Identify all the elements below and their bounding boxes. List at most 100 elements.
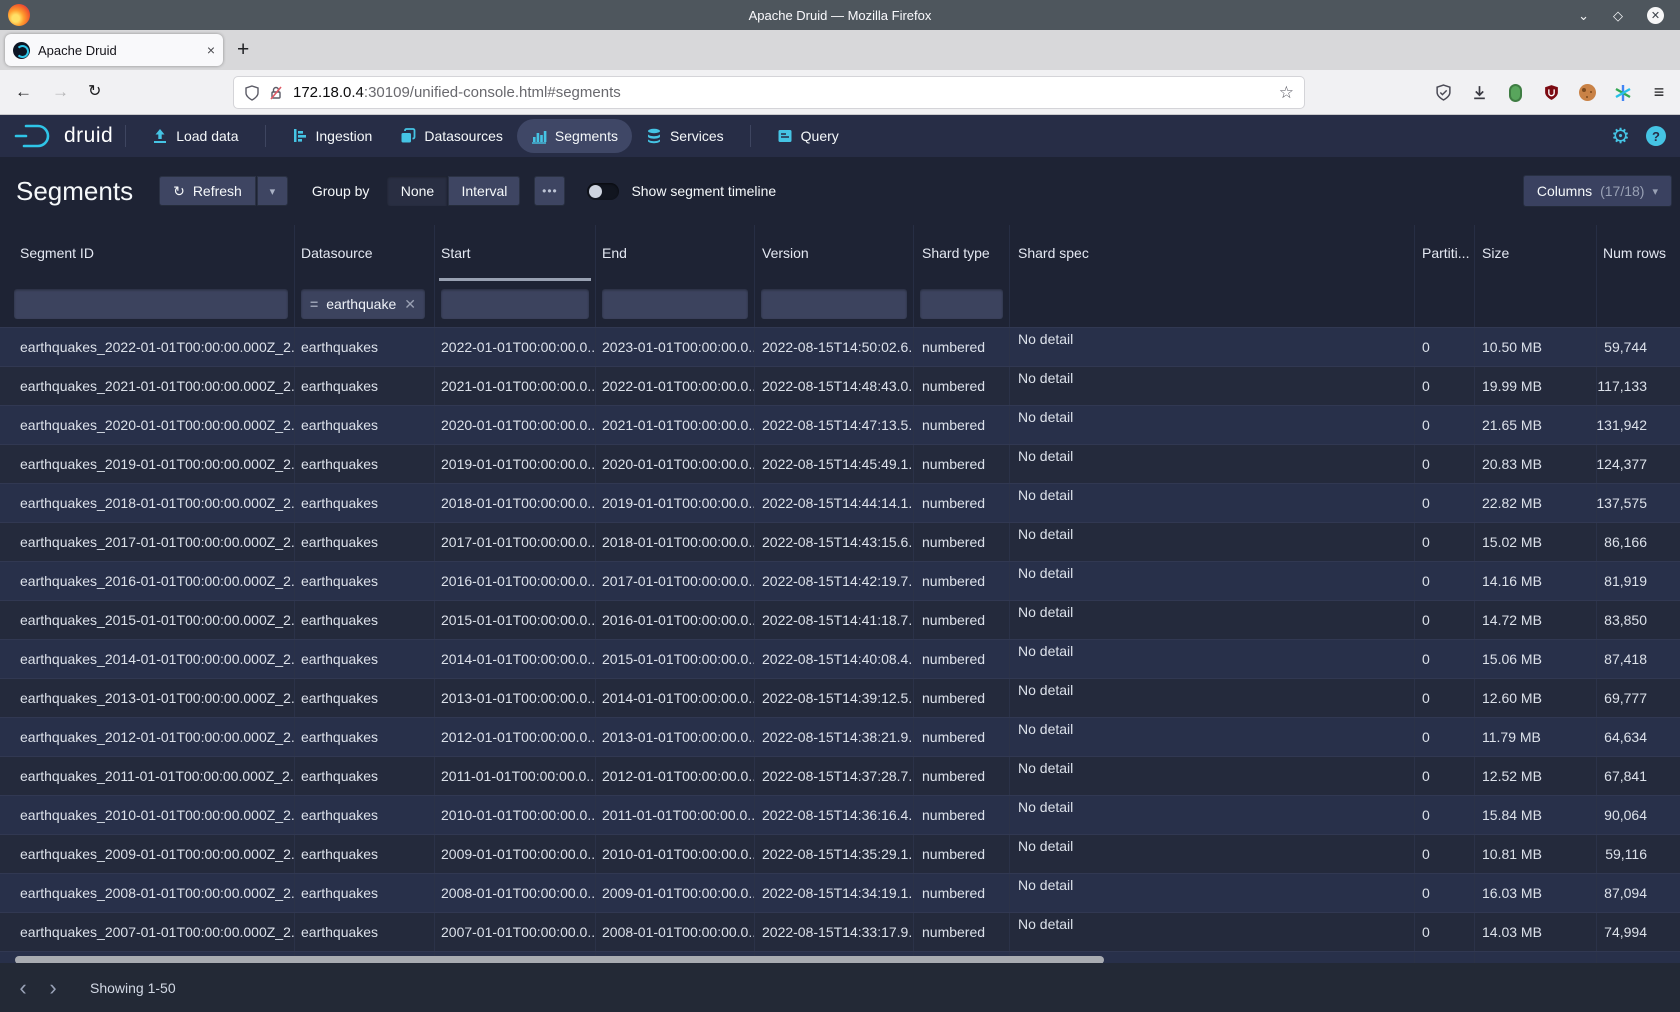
datasource-cell[interactable]: earthquakes bbox=[294, 757, 434, 795]
size-cell[interactable]: 21.65 MB bbox=[1474, 406, 1596, 444]
version-cell[interactable]: 2022-08-15T14:50:02.6... bbox=[754, 328, 913, 366]
version-cell[interactable]: 2022-08-15T14:48:43.0... bbox=[754, 367, 913, 405]
start-cell[interactable]: 2014-01-01T00:00:00.0... bbox=[434, 640, 595, 678]
end-cell[interactable]: 2019-01-01T00:00:00.0... bbox=[595, 484, 754, 522]
start-cell[interactable]: 2020-01-01T00:00:00.0... bbox=[434, 406, 595, 444]
datasource-cell[interactable]: earthquakes bbox=[294, 328, 434, 366]
segment-id-cell[interactable]: earthquakes_2012-01-01T00:00:00.000Z_2..… bbox=[0, 718, 294, 756]
shard-spec-cell[interactable]: No detail bbox=[1009, 601, 1414, 639]
size-cell[interactable]: 14.16 MB bbox=[1474, 562, 1596, 600]
shard-type-cell[interactable]: numbered bbox=[913, 445, 1009, 483]
shard-type-cell[interactable]: numbered bbox=[913, 601, 1009, 639]
segment-id-cell[interactable]: earthquakes_2007-01-01T00:00:00.000Z_2..… bbox=[0, 913, 294, 951]
num-rows-cell[interactable]: 59,744 bbox=[1596, 328, 1680, 366]
shard-spec-cell[interactable]: No detail bbox=[1009, 367, 1414, 405]
num-rows-cell[interactable]: 117,133 bbox=[1596, 367, 1680, 405]
druid-brand[interactable]: druid bbox=[14, 123, 113, 149]
end-filter-input[interactable] bbox=[602, 289, 748, 319]
datasource-cell[interactable]: earthquakes bbox=[294, 718, 434, 756]
partition-cell[interactable]: 0 bbox=[1414, 757, 1474, 795]
tab-close-icon[interactable]: × bbox=[207, 42, 215, 58]
start-cell[interactable]: 2021-01-01T00:00:00.0... bbox=[434, 367, 595, 405]
start-cell[interactable]: 2007-01-01T00:00:00.0... bbox=[434, 913, 595, 951]
version-cell[interactable]: 2022-08-15T14:37:28.7... bbox=[754, 757, 913, 795]
shard-spec-cell[interactable]: No detail bbox=[1009, 718, 1414, 756]
size-cell[interactable]: 10.81 MB bbox=[1474, 835, 1596, 873]
shard-type-cell[interactable]: numbered bbox=[913, 757, 1009, 795]
num-rows-cell[interactable]: 87,094 bbox=[1596, 874, 1680, 912]
start-cell[interactable]: 2011-01-01T00:00:00.0... bbox=[434, 757, 595, 795]
partition-cell[interactable]: 0 bbox=[1414, 562, 1474, 600]
shard-spec-cell[interactable]: No detail bbox=[1009, 913, 1414, 951]
version-cell[interactable]: 2022-08-15T14:42:19.7... bbox=[754, 562, 913, 600]
version-cell[interactable]: 2022-08-15T14:43:15.6... bbox=[754, 523, 913, 561]
tracking-shield-icon[interactable] bbox=[244, 85, 260, 101]
col-header-segment-id[interactable]: Segment ID bbox=[0, 225, 294, 281]
size-cell[interactable]: 19.99 MB bbox=[1474, 367, 1596, 405]
end-cell[interactable]: 2021-01-01T00:00:00.0... bbox=[595, 406, 754, 444]
datasource-cell[interactable]: earthquakes bbox=[294, 874, 434, 912]
partition-cell[interactable]: 0 bbox=[1414, 874, 1474, 912]
segment-id-cell[interactable]: earthquakes_2017-01-01T00:00:00.000Z_2..… bbox=[0, 523, 294, 561]
url-text[interactable]: 172.18.0.4:30109/unified-console.html#se… bbox=[293, 84, 1279, 101]
shard-type-cell[interactable]: numbered bbox=[913, 913, 1009, 951]
start-cell[interactable]: 2013-01-01T00:00:00.0... bbox=[434, 679, 595, 717]
remove-filter-icon[interactable]: ✕ bbox=[404, 296, 416, 313]
shard-type-cell[interactable]: numbered bbox=[913, 328, 1009, 366]
partition-cell[interactable]: 0 bbox=[1414, 601, 1474, 639]
nav-query[interactable]: Query bbox=[763, 119, 853, 153]
end-cell[interactable]: 2017-01-01T00:00:00.0... bbox=[595, 562, 754, 600]
col-header-start[interactable]: Start bbox=[434, 225, 595, 281]
help-icon[interactable]: ? bbox=[1646, 126, 1666, 146]
group-by-none-button[interactable]: None bbox=[387, 176, 447, 206]
partition-cell[interactable]: 0 bbox=[1414, 367, 1474, 405]
shard-type-cell[interactable]: numbered bbox=[913, 523, 1009, 561]
end-cell[interactable]: 2022-01-01T00:00:00.0... bbox=[595, 367, 754, 405]
size-cell[interactable]: 12.52 MB bbox=[1474, 757, 1596, 795]
shard-spec-cell[interactable]: No detail bbox=[1009, 484, 1414, 522]
shard-type-cell[interactable]: numbered bbox=[913, 718, 1009, 756]
end-cell[interactable]: 2014-01-01T00:00:00.0... bbox=[595, 679, 754, 717]
num-rows-cell[interactable]: 86,166 bbox=[1596, 523, 1680, 561]
version-cell[interactable]: 2022-08-15T14:33:17.9... bbox=[754, 913, 913, 951]
datasource-cell[interactable]: earthquakes bbox=[294, 562, 434, 600]
partition-cell[interactable]: 0 bbox=[1414, 835, 1474, 873]
end-cell[interactable]: 2018-01-01T00:00:00.0... bbox=[595, 523, 754, 561]
shard-type-filter-input[interactable] bbox=[920, 289, 1003, 319]
partition-cell[interactable]: 0 bbox=[1414, 913, 1474, 951]
ublock-shield-icon[interactable] bbox=[1540, 84, 1562, 101]
end-cell[interactable]: 2016-01-01T00:00:00.0... bbox=[595, 601, 754, 639]
segment-id-cell[interactable]: earthquakes_2019-01-01T00:00:00.000Z_2..… bbox=[0, 445, 294, 483]
size-cell[interactable]: 11.79 MB bbox=[1474, 718, 1596, 756]
col-header-size[interactable]: Size bbox=[1474, 225, 1596, 281]
shard-spec-cell[interactable]: No detail bbox=[1009, 757, 1414, 795]
shard-type-cell[interactable]: numbered bbox=[913, 367, 1009, 405]
shard-spec-cell[interactable]: No detail bbox=[1009, 445, 1414, 483]
size-cell[interactable]: 14.03 MB bbox=[1474, 913, 1596, 951]
version-cell[interactable]: 2022-08-15T14:40:08.4... bbox=[754, 640, 913, 678]
shard-spec-cell[interactable]: No detail bbox=[1009, 679, 1414, 717]
partition-cell[interactable]: 0 bbox=[1414, 328, 1474, 366]
end-cell[interactable]: 2010-01-01T00:00:00.0... bbox=[595, 835, 754, 873]
segment-id-cell[interactable]: earthquakes_2014-01-01T00:00:00.000Z_2..… bbox=[0, 640, 294, 678]
partition-cell[interactable]: 0 bbox=[1414, 679, 1474, 717]
datasource-cell[interactable]: earthquakes bbox=[294, 406, 434, 444]
segment-timeline-toggle[interactable] bbox=[587, 183, 619, 200]
segment-id-cell[interactable]: earthquakes_2022-01-01T00:00:00.000Z_2..… bbox=[0, 328, 294, 366]
shard-spec-cell[interactable]: No detail bbox=[1009, 796, 1414, 834]
end-cell[interactable]: 2020-01-01T00:00:00.0... bbox=[595, 445, 754, 483]
datasource-cell[interactable]: earthquakes bbox=[294, 601, 434, 639]
segment-id-cell[interactable]: earthquakes_2013-01-01T00:00:00.000Z_2..… bbox=[0, 679, 294, 717]
nav-ingestion[interactable]: Ingestion bbox=[278, 119, 387, 153]
shard-type-cell[interactable]: numbered bbox=[913, 640, 1009, 678]
partition-cell[interactable]: 0 bbox=[1414, 484, 1474, 522]
end-cell[interactable]: 2011-01-01T00:00:00.0... bbox=[595, 796, 754, 834]
end-cell[interactable]: 2009-01-01T00:00:00.0... bbox=[595, 874, 754, 912]
version-cell[interactable]: 2022-08-15T14:35:29.1... bbox=[754, 835, 913, 873]
shard-spec-cell[interactable]: No detail bbox=[1009, 406, 1414, 444]
shard-spec-cell[interactable]: No detail bbox=[1009, 874, 1414, 912]
pocket-shield-icon[interactable] bbox=[1432, 84, 1454, 101]
version-filter-input[interactable] bbox=[761, 289, 907, 319]
start-cell[interactable]: 2009-01-01T00:00:00.0... bbox=[434, 835, 595, 873]
previous-page-button[interactable]: ‹ bbox=[8, 977, 38, 999]
